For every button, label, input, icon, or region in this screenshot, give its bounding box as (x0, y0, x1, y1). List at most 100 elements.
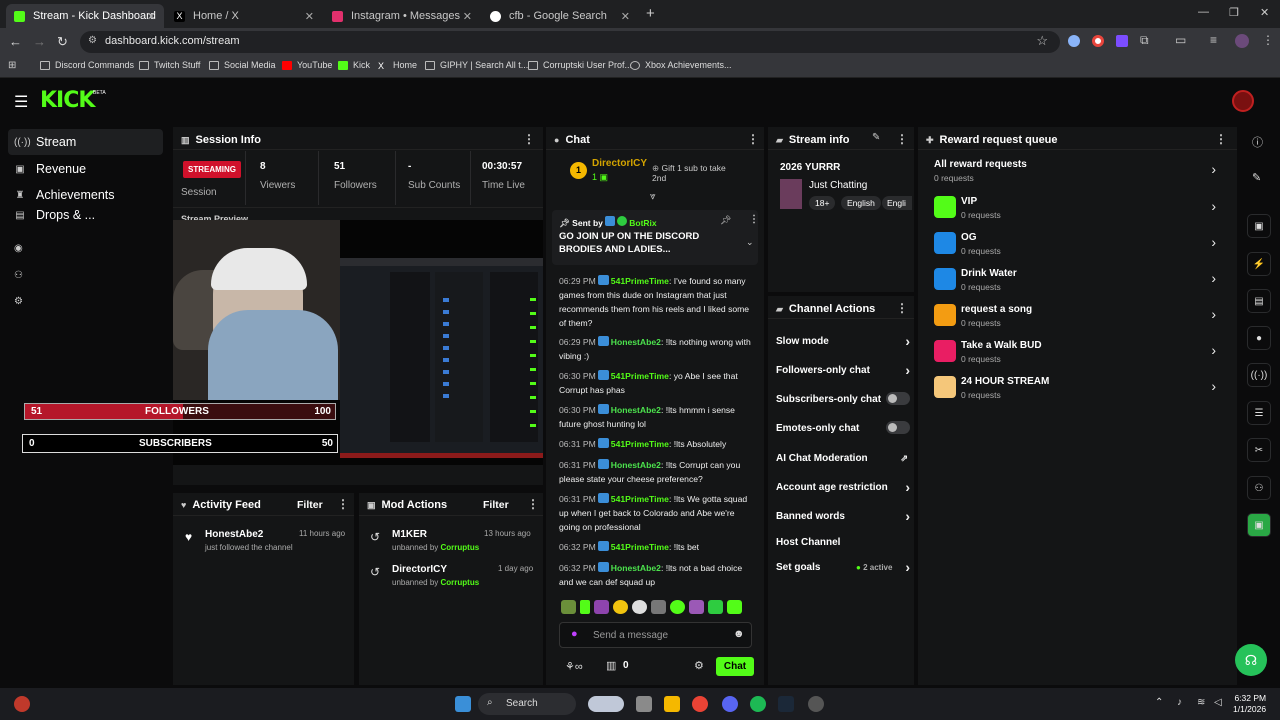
set-goals-row[interactable]: Set goals ● 2 active › (776, 559, 910, 575)
message-user[interactable]: HonestAbe2 (611, 460, 661, 470)
close-tab-icon[interactable]: ✕ (621, 10, 630, 23)
emote-icon[interactable] (727, 600, 742, 614)
new-tab-icon[interactable]: + (646, 5, 655, 22)
emote-icon[interactable] (651, 600, 666, 614)
nav-item-stream[interactable]: ((·)) Stream (8, 129, 163, 155)
widget-weather-icon[interactable] (588, 696, 624, 712)
expand-pinned-icon[interactable]: ⌄ (746, 237, 754, 248)
steam-icon[interactable] (778, 696, 794, 712)
message-user[interactable]: HonestAbe2 (611, 337, 661, 347)
pinned-more-icon[interactable]: ⋮ (749, 214, 759, 225)
wifi-icon[interactable]: ≋ (1197, 697, 1205, 708)
close-tab-icon[interactable]: ✕ (305, 10, 314, 23)
more-options-icon[interactable]: ⋮ (896, 301, 908, 315)
restore-icon[interactable]: ❐ (1229, 6, 1239, 19)
emotes-only-toggle[interactable] (886, 421, 910, 434)
bookmark-youtube[interactable]: YouTube (282, 60, 332, 70)
widget-fullscreen-icon[interactable]: ▣ (1247, 214, 1271, 238)
discord-icon[interactable] (722, 696, 738, 712)
stream-category[interactable]: Just Chatting (809, 180, 867, 191)
emote-icon[interactable] (689, 600, 704, 614)
widget-clipboard-icon[interactable]: ▤ (1247, 289, 1271, 313)
more-options-icon[interactable]: ⋮ (1215, 132, 1227, 146)
stream-preview-video[interactable] (173, 220, 543, 465)
account-age-row[interactable]: Account age restriction › (776, 479, 910, 495)
nav-item-drops[interactable]: ▤ Drops & ... (8, 208, 163, 222)
close-tab-icon[interactable]: ✕ (147, 10, 156, 23)
mod-action-by[interactable]: Corruptus (441, 578, 480, 587)
message-user[interactable]: HonestAbe2 (611, 563, 661, 573)
file-explorer-icon[interactable] (664, 696, 680, 712)
bookmark-social-media[interactable]: Social Media (209, 60, 276, 70)
notification-app-icon[interactable] (14, 696, 30, 712)
close-tab-icon[interactable]: ✕ (463, 10, 472, 23)
activity-filter-button[interactable]: Filter (297, 499, 323, 511)
bookmark-corruptski[interactable]: Corruptski User Prof... (528, 60, 632, 70)
widget-share-icon[interactable]: ⚇ (1247, 476, 1271, 500)
widget-broadcast-icon[interactable]: ((·)) (1247, 363, 1271, 387)
tab-google-search[interactable]: cfb - Google Search ✕ (482, 4, 638, 28)
more-options-icon[interactable]: ⋮ (896, 132, 908, 146)
minimize-icon[interactable]: — (1198, 6, 1209, 18)
more-options-icon[interactable]: ⋮ (337, 497, 349, 511)
reward-row-request-song[interactable]: request a song 0 requests › (934, 302, 1224, 336)
message-user[interactable]: 541PrimeTime (611, 542, 669, 552)
edit-layout-icon[interactable]: ✎ (1252, 171, 1261, 184)
more-options-icon[interactable]: ⋮ (523, 132, 535, 146)
mod-filter-button[interactable]: Filter (483, 499, 509, 511)
bookmark-home[interactable]: X Home (378, 60, 417, 71)
emote-icon[interactable] (594, 600, 609, 614)
back-icon[interactable]: ← (9, 34, 22, 49)
taskbar-search[interactable]: ⌕ Search (478, 693, 576, 715)
ai-moderation-row[interactable]: AI Chat Moderation ⇗ (776, 453, 910, 464)
message-user[interactable]: 541PrimeTime (611, 276, 669, 286)
kick-logo[interactable]: KICK (40, 88, 95, 113)
message-user[interactable]: 541PrimeTime (611, 371, 669, 381)
close-window-icon[interactable]: ✕ (1260, 6, 1269, 19)
emote-icon[interactable] (632, 600, 647, 614)
support-headset-icon[interactable]: ☊ (1235, 644, 1267, 676)
volume-icon[interactable]: ◁ (1214, 697, 1222, 708)
cast-icon[interactable]: ▭ (1175, 33, 1186, 47)
bookmark-twitch-stuff[interactable]: Twitch Stuff (139, 60, 200, 70)
reward-row-24-hour[interactable]: 24 HOUR STREAM 0 requests › (934, 374, 1224, 408)
obs-icon[interactable] (808, 696, 824, 712)
send-chat-button[interactable]: Chat (716, 657, 754, 676)
microphone-icon[interactable]: ● (571, 628, 578, 640)
channel-points-icon[interactable]: ⚘∞ (565, 660, 583, 673)
spotify-icon[interactable] (750, 696, 766, 712)
site-info-icon[interactable]: ⚙ (88, 35, 97, 46)
emote-icon[interactable] (708, 600, 723, 614)
reload-icon[interactable]: ↻ (57, 34, 68, 50)
tray-chevron-icon[interactable]: ⌃ (1155, 697, 1163, 708)
profile-avatar[interactable] (1235, 34, 1249, 48)
bookmark-star-icon[interactable]: ☆ (1036, 33, 1048, 49)
bookmark-xbox[interactable]: Xbox Achievements... (630, 60, 732, 70)
reading-list-icon[interactable]: ≡ (1210, 33, 1217, 47)
community-icon[interactable]: ◉ (14, 243, 23, 254)
edit-pencil-icon[interactable]: ✎ (872, 132, 880, 143)
address-bar[interactable]: ⚙ dashboard.kick.com/stream ☆ (80, 31, 1060, 53)
message-user[interactable]: HonestAbe2 (611, 405, 661, 415)
forward-icon[interactable]: → (33, 34, 46, 49)
extension-icon[interactable] (1116, 35, 1128, 47)
widget-tools-icon[interactable]: ✂ (1247, 438, 1271, 462)
more-options-icon[interactable]: ⋮ (747, 132, 759, 146)
bookmark-kick[interactable]: Kick (338, 60, 370, 70)
tab-x-home[interactable]: X Home / X ✕ (166, 4, 322, 28)
slow-mode-row[interactable]: Slow mode › (776, 333, 910, 349)
emote-icon[interactable] (561, 600, 576, 614)
banned-words-row[interactable]: Banned words › (776, 508, 910, 524)
message-user[interactable]: 541PrimeTime (611, 439, 669, 449)
expand-leaderboard-icon[interactable]: ⩔ (650, 191, 656, 202)
tab-kick-dashboard[interactable]: Stream - Kick Dashboard ✕ (6, 4, 164, 28)
category-thumbnail[interactable] (780, 179, 802, 209)
settings-gear-icon[interactable]: ⚙ (14, 296, 23, 307)
extensions-puzzle-icon[interactable]: ⧉ (1140, 33, 1149, 48)
unpin-icon[interactable]: 📌︎ (720, 215, 731, 226)
reward-row-all[interactable]: All reward requests 0 requests › (934, 157, 1224, 191)
clock[interactable]: 6:32 PM 1/1/2026 (1233, 693, 1266, 715)
windows-start-icon[interactable] (455, 696, 471, 712)
host-channel-row[interactable]: Host Channel (776, 537, 910, 548)
widget-flash-icon[interactable]: ⚡ (1247, 252, 1271, 276)
